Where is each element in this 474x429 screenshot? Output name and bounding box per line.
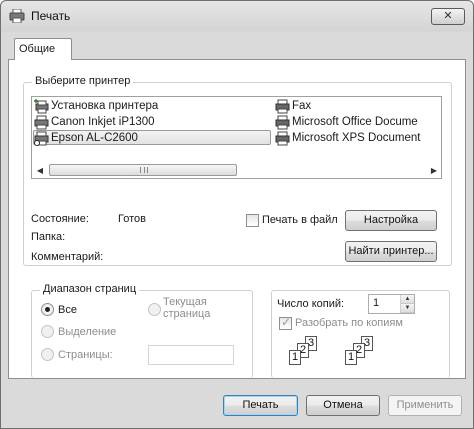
location-label: Папка: (31, 231, 66, 243)
scroll-right-icon[interactable]: ▶ (429, 166, 439, 176)
apply-button[interactable]: Применить (388, 395, 462, 416)
printer-icon (275, 131, 290, 146)
add-printer-icon (34, 99, 49, 114)
printer-label: Microsoft Office Docume (292, 116, 418, 128)
horizontal-scrollbar[interactable]: ◀ ▶ (33, 163, 441, 178)
printer-icon (34, 115, 49, 130)
spin-up-icon[interactable]: ▲ (401, 295, 414, 304)
range-current-page-label-2: страница (163, 308, 211, 320)
print-button[interactable]: Печать (223, 395, 298, 416)
printer-label: Fax (292, 100, 312, 112)
status-label: Состояние: (31, 213, 89, 225)
print-dialog: Печать ✕ Общие Выберите принтер Установк… (0, 0, 474, 429)
select-printer-label: Выберите принтер (32, 75, 134, 87)
collate-label: Разобрать по копиям (295, 317, 403, 329)
printer-list[interactable]: Установка принтера Canon Inkjet iP1300 E… (31, 96, 442, 179)
range-selection-radio[interactable] (41, 325, 54, 338)
preferences-button[interactable]: Настройка (345, 210, 437, 231)
range-selection-label: Выделение (58, 326, 117, 338)
default-printer-icon (34, 131, 49, 146)
range-all-radio[interactable] (41, 303, 54, 316)
find-printer-button[interactable]: Найти принтер... (345, 241, 437, 262)
tab-panel-general: Выберите принтер Установка принтера Cano… (8, 59, 466, 379)
copies-label: Число копий: (277, 298, 345, 310)
printer-label: Epson AL-C2600 (51, 132, 138, 144)
copies-value: 1 (373, 297, 380, 309)
scroll-left-icon[interactable]: ◀ (35, 166, 45, 176)
range-current-page-label: Текущая (163, 296, 207, 308)
tab-general[interactable]: Общие (14, 38, 72, 60)
cancel-button[interactable]: Отмена (306, 395, 380, 416)
comment-label: Комментарий: (31, 251, 104, 263)
page-icon: 1 (289, 350, 301, 365)
title-bar[interactable]: Печать ✕ (1, 1, 473, 31)
range-current-page-radio[interactable] (148, 303, 161, 316)
printer-label: Canon Inkjet iP1300 (51, 116, 155, 128)
range-pages-radio[interactable] (41, 348, 54, 361)
printer-icon (275, 115, 290, 130)
pages-input[interactable] (148, 345, 234, 365)
printer-label: Установка принтера (51, 100, 159, 112)
printer-label: Microsoft XPS Document (292, 132, 421, 144)
close-icon: ✕ (443, 10, 453, 22)
dialog-body: Общие Выберите принтер Установка принтер… (8, 33, 467, 423)
copies-input[interactable]: 1 ▲ ▼ (368, 294, 415, 314)
range-pages-label: Страницы: (58, 349, 113, 361)
print-to-file-checkbox[interactable] (246, 214, 259, 227)
spin-down-icon[interactable]: ▼ (401, 304, 414, 313)
page-range-label: Диапазон страниц (40, 283, 140, 295)
copies-spinner[interactable]: ▲ ▼ (400, 295, 414, 313)
print-to-file-label: Печать в файл (262, 214, 338, 226)
page-icon: 1 (345, 350, 357, 365)
printer-icon (9, 9, 25, 23)
fax-icon (275, 99, 290, 114)
window-title: Печать (31, 9, 71, 23)
collate-checkbox[interactable] (279, 315, 292, 330)
scroll-thumb[interactable] (49, 164, 237, 176)
grip-icon (140, 167, 148, 173)
close-button[interactable]: ✕ (431, 8, 465, 25)
status-value: Готов (118, 213, 146, 225)
range-all-label: Все (58, 304, 77, 316)
